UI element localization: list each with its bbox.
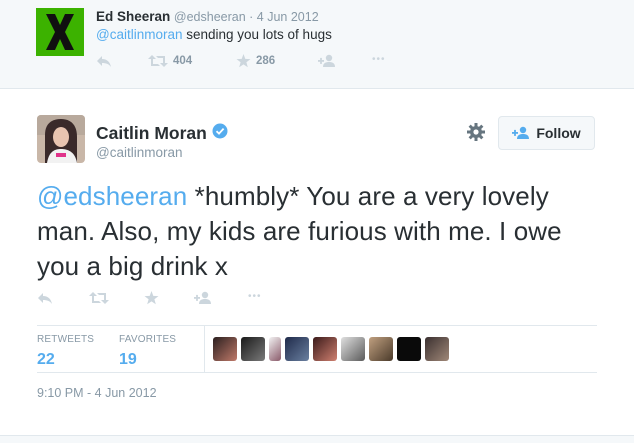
follow-button[interactable]: Follow [498, 116, 595, 150]
verified-badge-icon [212, 123, 228, 144]
retweets-label: RETWEETS [37, 334, 95, 345]
retweets-stat[interactable]: RETWEETS 22 [37, 334, 94, 369]
parent-tweet-text: @caitlinmoran sending you lots of hugs [96, 27, 332, 42]
x-album-cover-icon [36, 8, 84, 56]
avatar[interactable] [313, 337, 337, 361]
reply-icon[interactable] [96, 54, 112, 68]
stats-top-divider [37, 325, 597, 326]
avatar[interactable] [285, 337, 309, 361]
bottom-strip [0, 435, 634, 443]
star-icon [236, 54, 251, 68]
avatar[interactable] [425, 337, 449, 361]
more-options-icon[interactable]: ••• [372, 54, 386, 65]
retweet-button[interactable]: 404 [148, 54, 192, 68]
favorite-button[interactable]: 286 [236, 54, 275, 68]
main-tweet: Caitlin Moran @caitlinmoran Follow @edsh… [0, 89, 634, 435]
tweet-text: @edsheeran *humbly* You are a very lovel… [37, 179, 607, 284]
retweet-icon [148, 55, 168, 67]
avatar-photo-icon [37, 115, 85, 163]
follow-user-icon[interactable] [318, 54, 336, 68]
more-options-icon[interactable]: ••• [248, 291, 262, 302]
avatar[interactable] [269, 337, 281, 361]
avatar[interactable] [341, 337, 365, 361]
favorite-count: 286 [256, 55, 276, 67]
favoriter-avatars [213, 337, 453, 361]
parent-tweet-header: Ed Sheeran @edsheeran · 4 Jun 2012 [96, 9, 319, 24]
author-handle[interactable]: @caitlinmoran [96, 145, 182, 160]
follow-button-label: Follow [536, 125, 581, 141]
star-icon[interactable] [144, 291, 159, 305]
parent-separator: · [245, 10, 257, 24]
retweet-count: 404 [173, 55, 193, 67]
avatar[interactable] [369, 337, 393, 361]
author-name-row: Caitlin Moran [96, 123, 228, 144]
parent-tweet-date[interactable]: 4 Jun 2012 [257, 10, 319, 24]
parent-mention-link[interactable]: @caitlinmoran [96, 27, 182, 42]
avatar[interactable] [397, 337, 421, 361]
gear-icon[interactable] [466, 122, 486, 142]
author-name[interactable]: Caitlin Moran [96, 123, 207, 144]
parent-author-handle[interactable]: @edsheeran [174, 10, 246, 24]
favorites-value: 19 [119, 351, 137, 368]
parent-author-name[interactable]: Ed Sheeran [96, 9, 170, 24]
follow-user-icon[interactable] [194, 291, 212, 305]
retweet-icon[interactable] [89, 291, 109, 305]
retweets-value: 22 [37, 351, 55, 368]
favorites-stat[interactable]: FAVORITES 19 [119, 334, 176, 369]
stats-separator [204, 326, 205, 372]
avatar[interactable] [241, 337, 265, 361]
avatar[interactable] [213, 337, 237, 361]
add-user-icon [512, 126, 530, 140]
parent-tweet: Ed Sheeran @edsheeran · 4 Jun 2012 @cait… [0, 0, 634, 89]
parent-tweet-body: sending you lots of hugs [182, 27, 332, 42]
favorites-label: FAVORITES [119, 334, 177, 345]
author-avatar[interactable] [37, 115, 85, 163]
reply-icon[interactable] [37, 291, 53, 305]
tweet-timestamp[interactable]: 9:10 PM - 4 Jun 2012 [37, 386, 157, 400]
mention-link[interactable]: @edsheeran [37, 181, 187, 211]
parent-avatar[interactable] [36, 8, 84, 56]
stats-bottom-divider [37, 372, 597, 373]
